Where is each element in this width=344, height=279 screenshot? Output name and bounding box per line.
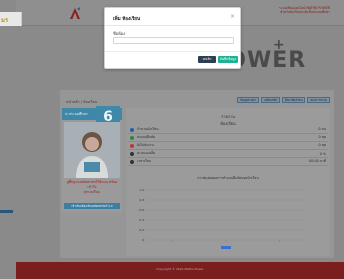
stat-label: ส่งแบบฝึกหัด xyxy=(137,135,156,139)
class-settings-button[interactable]: ตั้งค่าห้องเรียน xyxy=(281,97,306,103)
save-button[interactable]: บันทึกข้อมูล xyxy=(218,56,238,63)
report-title: รายงาน xyxy=(221,114,235,119)
stat-label: คะแนนเฉลี่ย xyxy=(137,151,155,155)
stat-dot-icon xyxy=(130,135,134,140)
chart-legend-swatch xyxy=(221,246,231,249)
y-tick-label: 0.2 xyxy=(139,228,144,232)
enter-class-button[interactable]: เข้าเรียนห้องเรียนคณิตศาสตร์ ป.6 xyxy=(64,203,120,209)
profile-button[interactable]: ข้อมูลส่วนตัว xyxy=(237,97,259,103)
stat-value: 0 % xyxy=(319,151,326,156)
stat-row: คะแนนเฉลี่ย 0 % xyxy=(128,150,328,158)
left-progress-bar xyxy=(0,210,13,213)
promo-line-2: ทุกบทเรียน xyxy=(84,190,100,194)
stat-label: จำนวนนักเรียน xyxy=(137,127,159,131)
stat-dot-icon xyxy=(130,127,134,132)
footer-text: Copyright © 2024 Maths Power xyxy=(156,267,204,271)
stat-dot-icon xyxy=(130,159,134,164)
stats-list: จำนวนนักเรียน 0 คน ส่งแบบฝึกหัด 0 ชุด ยั… xyxy=(128,126,328,166)
stat-row: ยังไม่ส่งงาน 0 ชุด xyxy=(128,142,328,150)
stat-value: 0 ชุด xyxy=(318,143,326,147)
y-tick-label: 1.0 xyxy=(139,188,144,192)
stat-value: 00:00 นาที xyxy=(309,159,326,163)
stat-value: 0 คน xyxy=(318,127,326,131)
stat-row: จำนวนนักเรียน 0 คน xyxy=(128,126,328,134)
stat-value: 0 ชุด xyxy=(318,135,326,139)
logo-icon xyxy=(70,7,80,19)
y-tick-label: 0.4 xyxy=(139,218,144,222)
modal-footer-divider xyxy=(105,51,240,52)
action-buttons: ข้อมูลส่วนตัว เปลี่ยนรหัส ตั้งค่าห้องเรี… xyxy=(237,97,330,103)
logout-button[interactable]: ออกจากระบบ xyxy=(307,97,330,103)
breadcrumb: หน้าหลัก / ห้องเรียน xyxy=(66,100,98,104)
chart-title: กราฟแสดงผลการทำแบบฝึกหัดของนักเรียน xyxy=(197,176,259,180)
site-tagline: ระบบเรียนออนไลน์ MATHS POWER สำหรับนักเร… xyxy=(279,6,330,14)
student-photo xyxy=(64,122,120,178)
close-icon[interactable]: × xyxy=(230,14,235,20)
sidebar-promo: ปูพื้นฐานคณิตศาสตร์ให้แน่น พร้อมเข้าใจ ท… xyxy=(64,180,120,195)
results-chart: 1.0 0.8 0.6 0.4 0.2 0 xyxy=(139,188,306,249)
change-password-button[interactable]: เปลี่ยนรหัส xyxy=(260,97,280,103)
footer: Copyright © 2024 Maths Power xyxy=(16,262,344,279)
stat-dot-icon xyxy=(130,151,134,156)
y-tick-label: 0 xyxy=(142,238,144,242)
stat-dot-icon xyxy=(130,143,134,148)
stat-label: เวลาเรียน xyxy=(137,159,151,163)
modal-header-divider xyxy=(105,25,240,26)
tagline-line-2: สำหรับนักเรียนระดับชั้นประถมศึกษา xyxy=(280,10,330,14)
modal-title: เพิ่ม ห้องเรียน xyxy=(113,17,141,22)
add-class-modal: เพิ่ม ห้องเรียน × ชื่อห้อง ยกเลิก บันทึก… xyxy=(104,7,241,69)
brand-plus: + xyxy=(273,37,285,53)
class-name-label: ชื่อห้อง xyxy=(113,31,126,36)
promo-line-1: ปูพื้นฐานคณิตศาสตร์ให้แน่น พร้อมเข้าใจ xyxy=(66,180,118,189)
stat-row: เวลาเรียน 00:00 นาที xyxy=(128,158,328,166)
class-name-input[interactable] xyxy=(113,37,234,44)
left-panel-edge: มร xyxy=(0,12,22,26)
sidebar-heading: ป.ประถมศึกษา xyxy=(65,112,88,116)
cancel-button[interactable]: ยกเลิก xyxy=(198,56,216,63)
left-panel-text: มร xyxy=(1,17,9,24)
stat-row: ส่งแบบฝึกหัด 0 ชุด xyxy=(128,134,328,142)
y-tick-label: 0.8 xyxy=(139,198,144,202)
stat-label: ยังไม่ส่งงาน xyxy=(137,143,154,147)
y-tick-label: 0.6 xyxy=(139,208,144,212)
